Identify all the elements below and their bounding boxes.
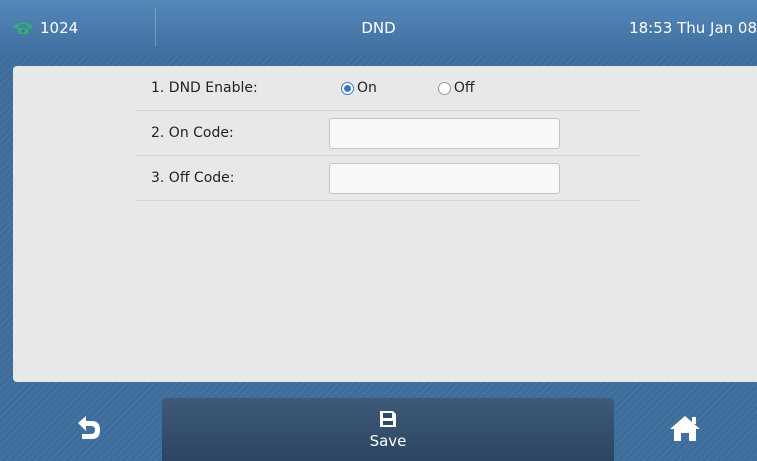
home-icon[interactable] (668, 413, 702, 443)
phone-screen: 1024 DND 18:53 Thu Jan 08 1. DND Enable:… (0, 0, 757, 461)
back-arrow-icon[interactable] (74, 413, 104, 443)
settings-panel: 1. DND Enable: On Off 2. On Code: 3. Off… (13, 66, 757, 382)
dnd-enable-label: 1. DND Enable: (151, 80, 258, 96)
status-bar: 1024 DND 18:53 Thu Jan 08 (0, 0, 757, 56)
save-label: Save (369, 432, 407, 450)
off-code-input[interactable] (329, 163, 560, 194)
off-code-row: 3. Off Code: (136, 156, 641, 201)
radio-selected-icon (341, 81, 354, 95)
dnd-on-radio[interactable]: On (341, 80, 377, 96)
dnd-enable-radio-group: On Off (341, 66, 475, 110)
radio-unselected-icon (437, 81, 451, 95)
save-button[interactable]: Save (162, 398, 614, 461)
dnd-off-radio[interactable]: Off (437, 80, 475, 96)
on-code-label: 2. On Code: (151, 125, 234, 141)
dnd-off-label: Off (453, 80, 475, 96)
off-code-label: 3. Off Code: (151, 170, 235, 186)
on-code-row: 2. On Code: (136, 111, 641, 156)
date-time: 18:53 Thu Jan 08 (629, 19, 757, 37)
floppy-disk-icon (380, 411, 396, 427)
on-code-input[interactable] (329, 118, 560, 149)
dnd-on-label: On (357, 80, 377, 96)
dnd-enable-row: 1. DND Enable: On Off (136, 66, 641, 111)
